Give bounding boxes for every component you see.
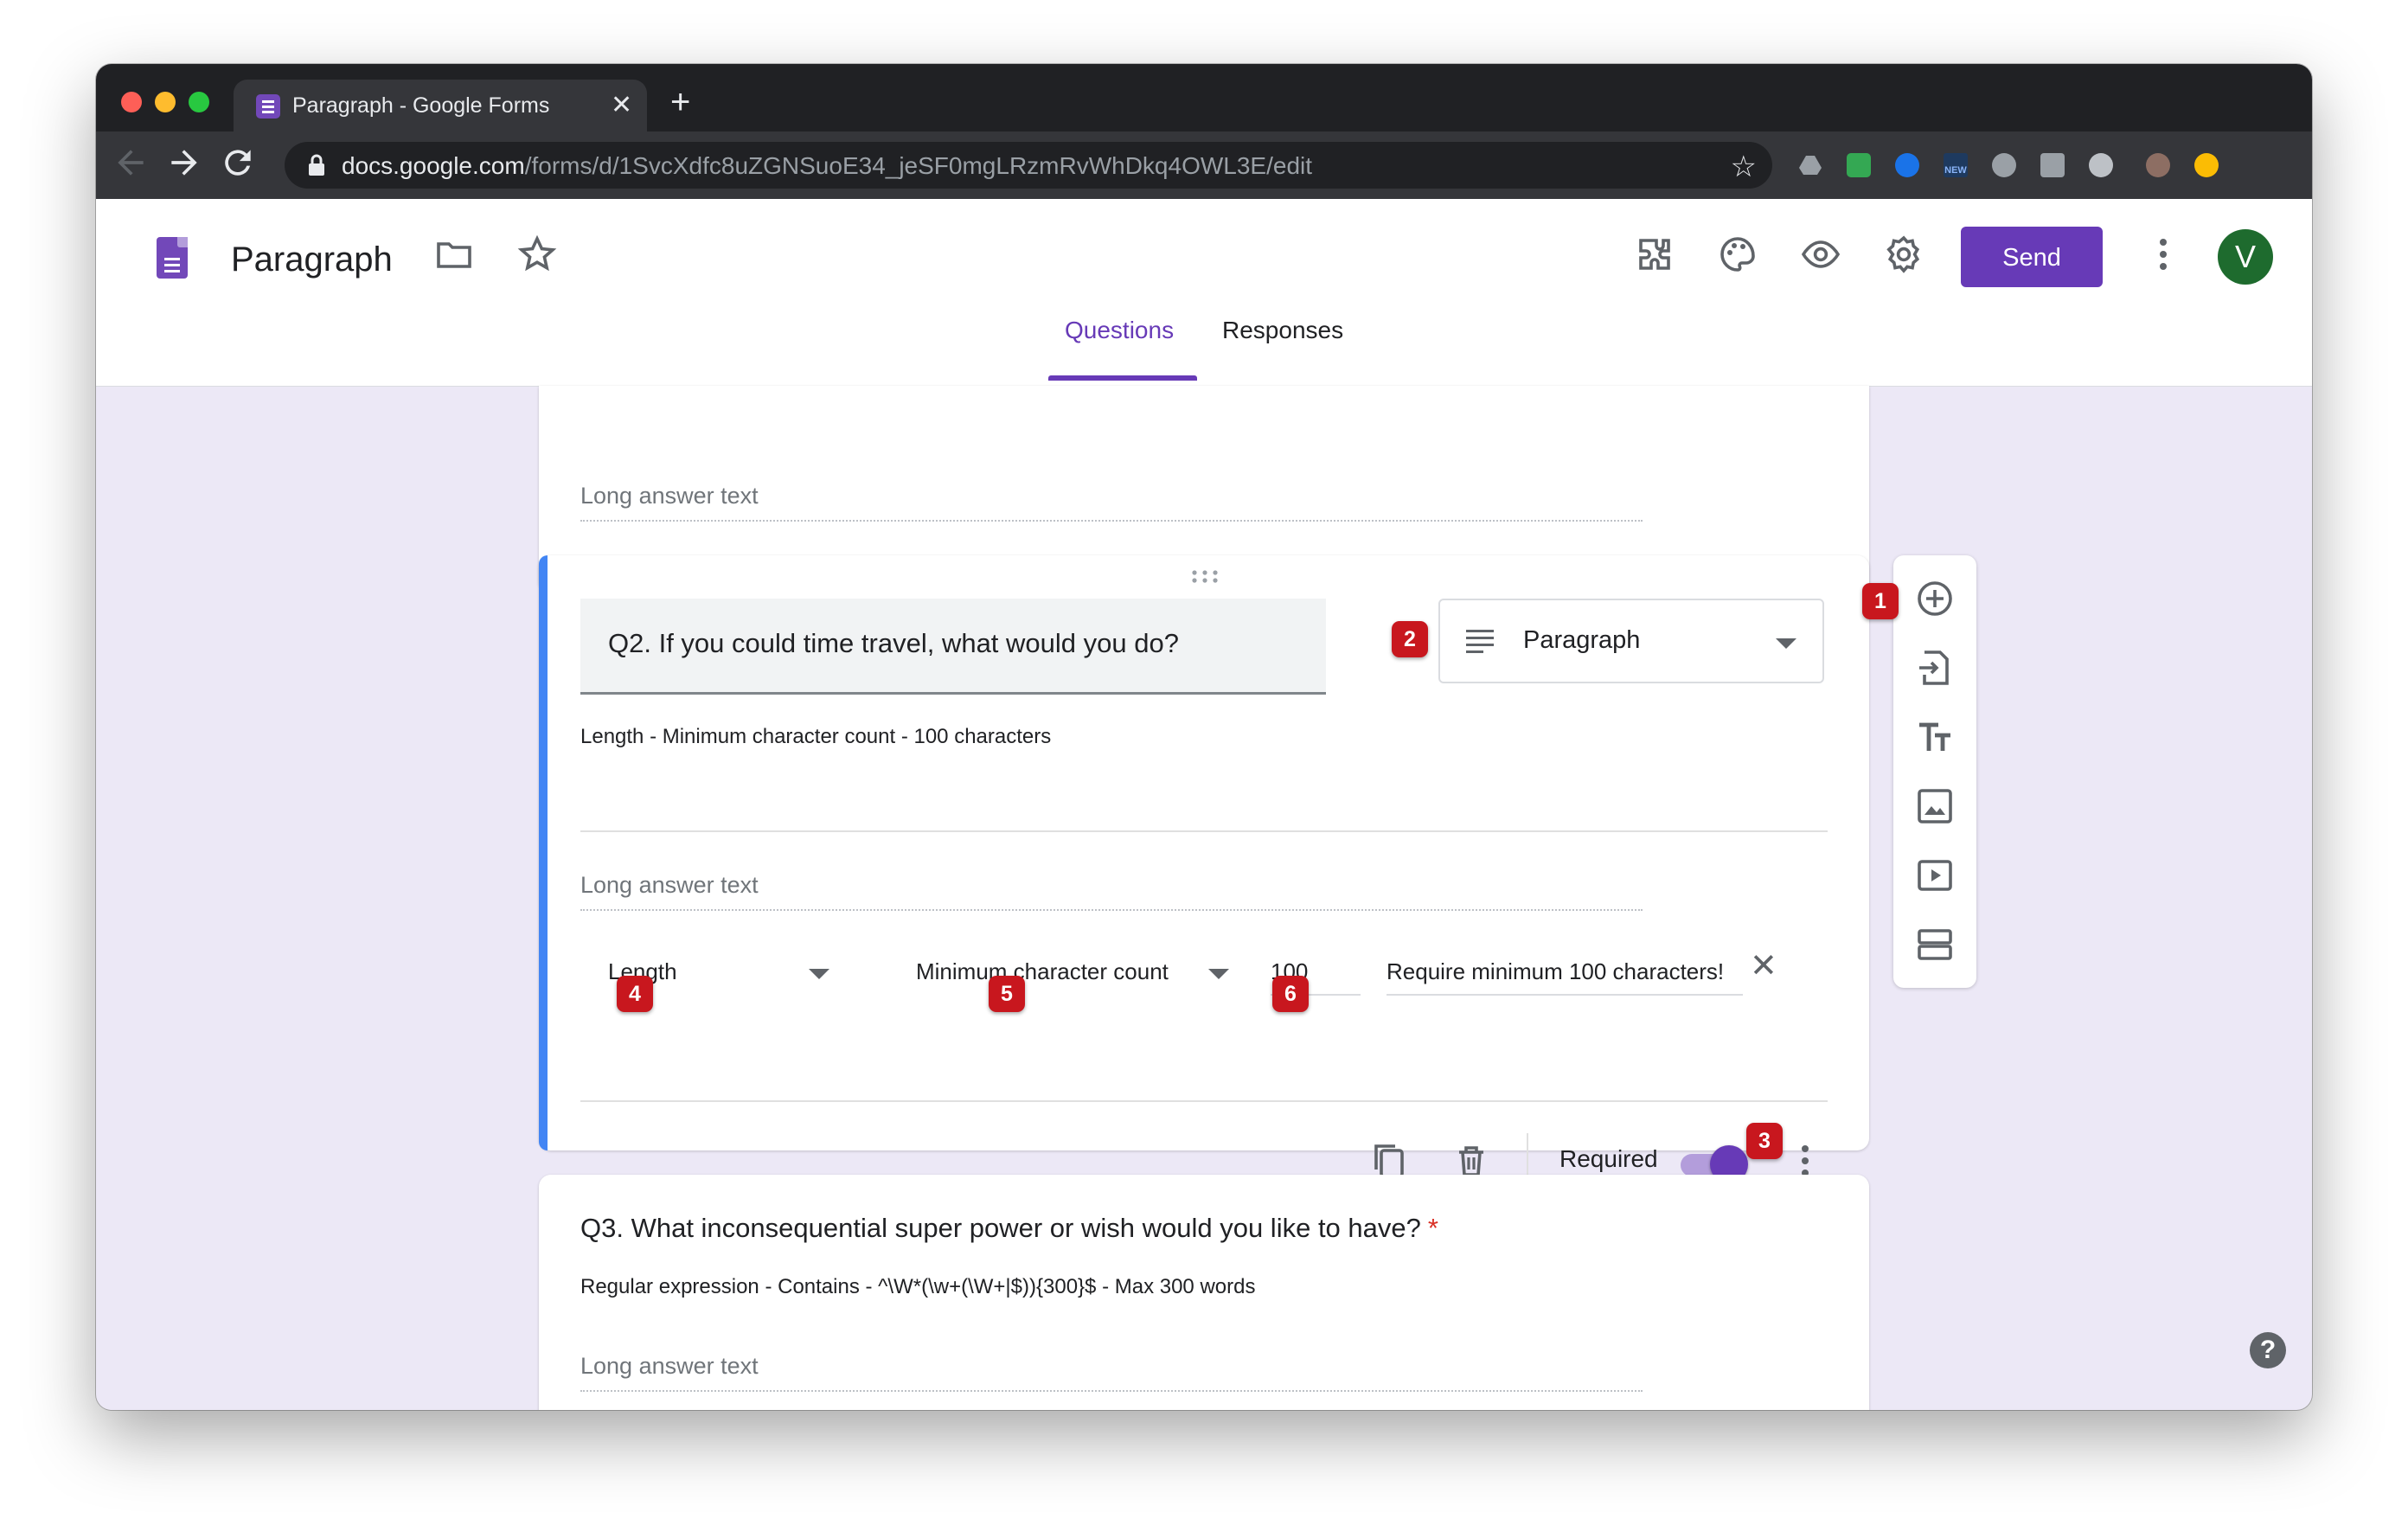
circle-extension-icon[interactable] [2089,153,2113,177]
required-asterisk: * [1427,1213,1438,1243]
question-card-2[interactable]: Q2. If you could time travel, what would… [539,555,1869,1187]
mail-extension-icon[interactable] [1847,153,1871,177]
drive-extension-icon[interactable] [1798,153,1822,177]
url-path: /forms/d/1SvcXdfc8uZGNSuoE34_jeSF0mgLRzm… [524,152,1313,179]
divider [580,830,1828,832]
divider [580,1100,1828,1102]
preview-eye-icon[interactable] [1800,234,1841,275]
question-type-dropdown[interactable]: Paragraph [1438,599,1824,683]
custom-error-text-input[interactable]: Require minimum 100 characters! [1387,958,1743,996]
profile-picture-icon[interactable] [2146,153,2170,177]
star-icon[interactable] [516,234,558,275]
browser-tab[interactable]: Paragraph - Google Forms ✕ [234,80,647,131]
add-section-icon[interactable] [1914,924,1956,965]
reload-icon[interactable] [219,144,257,182]
dropdown-caret-icon [1776,638,1796,649]
minimize-window-button[interactable] [155,92,176,112]
close-window-button[interactable] [121,92,142,112]
required-label: Required [1559,1145,1658,1172]
question-title-field[interactable]: Q2. If you could time travel, what would… [580,599,1326,695]
url-text: docs.google.com/forms/d/1SvcXdfc8uZGNSuo… [342,152,1312,180]
forms-favicon-icon [256,94,280,119]
tab-responses[interactable]: Responses [1222,317,1343,344]
callout-badge-4: 4 [617,976,653,1012]
active-card-accent [539,555,548,1150]
paragraph-lines-icon [1466,630,1494,653]
question-card-3[interactable]: Q3. What inconsequential super power or … [539,1175,1869,1410]
add-ons-icon[interactable] [1634,234,1675,275]
dropdown-caret-icon [1208,969,1229,979]
callout-badge-5: 5 [989,976,1025,1012]
remove-validation-close-icon[interactable]: ✕ [1750,946,1777,985]
side-toolbar [1893,555,1976,988]
forms-logo-icon [157,237,188,279]
validation-condition-label: Minimum character count [916,958,1169,984]
sun-extension-icon[interactable] [2194,153,2219,177]
folder-icon[interactable] [433,234,475,275]
url-host: docs.google.com [342,152,525,179]
more-options-icon[interactable] [2142,234,2184,275]
form-title[interactable]: Paragraph [231,240,393,279]
back-icon[interactable] [112,144,150,182]
add-question-icon[interactable] [1914,578,1956,619]
new-tab-button[interactable]: + [670,85,690,119]
forward-icon[interactable] [165,144,203,182]
add-video-icon[interactable] [1914,855,1956,896]
add-title-text-icon[interactable] [1914,716,1956,758]
question-title-label: Q3. What inconsequential super power or … [580,1213,1421,1243]
question-type-label: Paragraph [1523,626,1641,654]
address-bar[interactable]: docs.google.com/forms/d/1SvcXdfc8uZGNSuo… [285,142,1772,189]
import-questions-icon[interactable] [1914,647,1956,689]
u-extension-icon[interactable] [1992,153,2016,177]
browser-toolbar: docs.google.com/forms/d/1SvcXdfc8uZGNSuo… [96,131,2312,199]
dropdown-caret-icon [809,969,829,979]
tab-title: Paragraph - Google Forms [292,93,550,118]
lock-icon [309,154,324,176]
screen-extension-icon[interactable] [2040,153,2065,177]
long-answer-placeholder: Long answer text [580,483,1643,522]
help-icon[interactable]: ? [2250,1332,2286,1368]
long-answer-placeholder: Long answer text [580,1353,1643,1392]
compass-extension-icon[interactable] [1895,153,1919,177]
question-title-text: Q3. What inconsequential super power or … [580,1213,1438,1244]
question-title-text: Q2. If you could time travel, what would… [608,628,1179,658]
validation-condition-dropdown[interactable]: Minimum character count [902,945,1248,996]
validation-description[interactable]: Length - Minimum character count - 100 c… [580,725,1051,749]
callout-badge-6: 6 [1272,976,1309,1012]
tab-questions[interactable]: Questions [1065,317,1174,344]
maximize-window-button[interactable] [189,92,209,112]
forms-header: Paragraph Send V Questions Responses [96,199,2312,387]
drag-handle-icon[interactable] [1188,567,1222,585]
active-tab-indicator [1048,375,1197,381]
callout-badge-2: 2 [1392,621,1428,657]
bookmark-star-icon[interactable]: ☆ [1731,150,1757,184]
tab-close-icon[interactable]: ✕ [611,90,632,120]
long-answer-placeholder: Long answer text [580,872,1643,911]
settings-gear-icon[interactable] [1883,234,1924,275]
browser-window: Paragraph - Google Forms ✕ + docs.google… [96,64,2312,1410]
palette-icon[interactable] [1717,234,1758,275]
tab-strip: Paragraph - Google Forms ✕ + [96,64,2312,131]
callout-badge-1: 1 [1862,583,1899,619]
new-extension-icon[interactable]: NEW [1944,153,1968,177]
send-button[interactable]: Send [1961,227,2103,287]
validation-description: Regular expression - Contains - ^\W*(\w+… [580,1275,1256,1298]
account-avatar[interactable]: V [2218,229,2273,285]
callout-badge-3: 3 [1746,1123,1783,1159]
add-image-icon[interactable] [1914,785,1956,827]
